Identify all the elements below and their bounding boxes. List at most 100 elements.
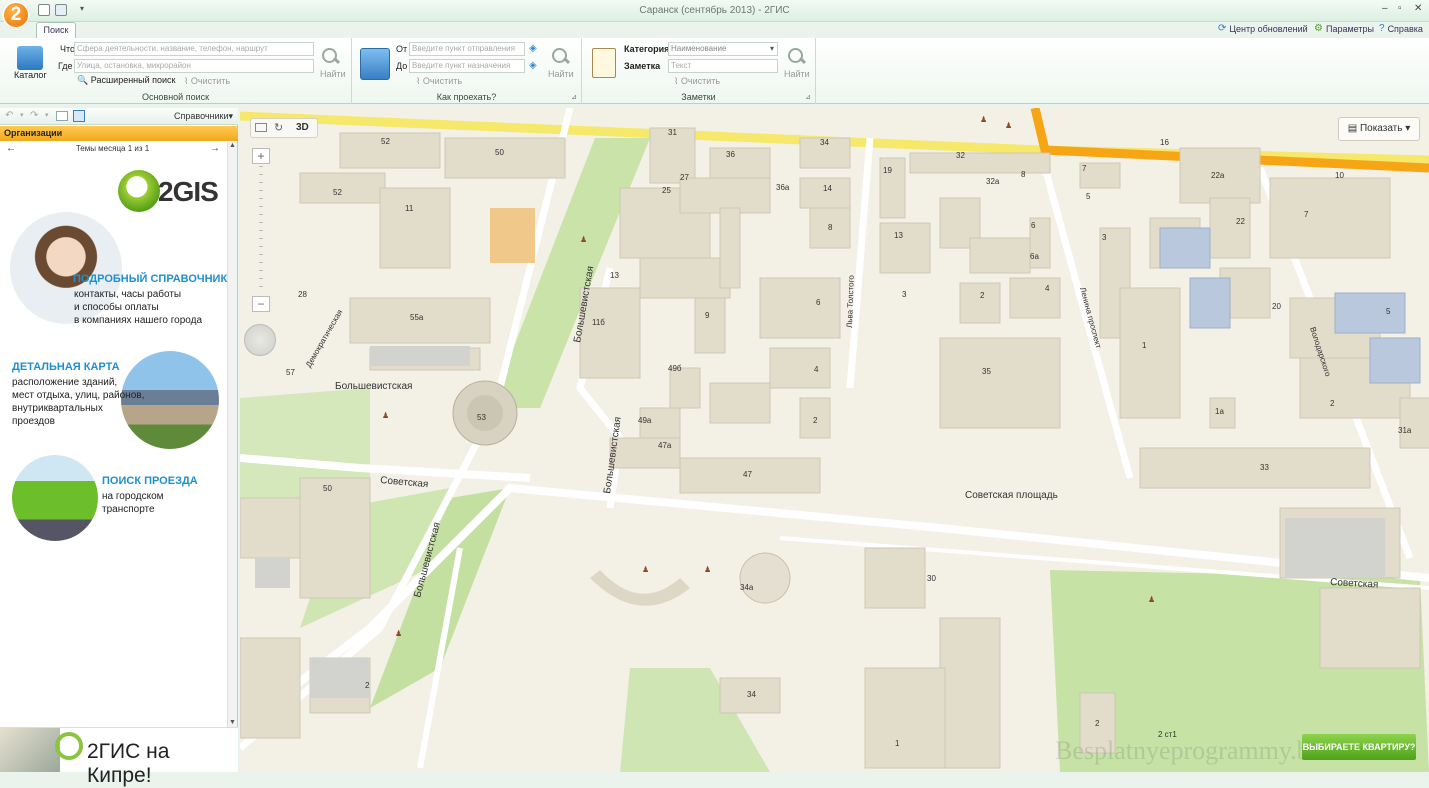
svg-text:♟: ♟: [1148, 595, 1155, 604]
svg-text:52: 52: [381, 137, 390, 146]
back-dropdown-icon[interactable]: ▾: [20, 111, 24, 119]
svg-text:31а: 31а: [1398, 426, 1412, 435]
compass-icon[interactable]: [244, 324, 276, 356]
zoom-control[interactable]: + −: [252, 148, 270, 316]
forward-dropdown-icon[interactable]: ▾: [45, 111, 49, 119]
minimize-button[interactable]: –: [1382, 3, 1388, 14]
svg-text:16: 16: [1160, 138, 1169, 147]
svg-text:6: 6: [816, 298, 821, 307]
square-label: Советская площадь: [965, 490, 1058, 501]
svg-text:47а: 47а: [658, 441, 672, 450]
where-input[interactable]: Улица, остановка, микрорайон: [74, 59, 314, 73]
notes-find-button[interactable]: Найти: [784, 69, 810, 79]
svg-text:6а: 6а: [1030, 252, 1039, 261]
svg-text:♟: ♟: [1005, 121, 1012, 130]
what-label: Что: [60, 44, 76, 54]
maximize-button[interactable]: ▫: [1398, 3, 1402, 14]
map-toolbar: ↻ 3D: [250, 118, 318, 138]
notes-clear-button[interactable]: ⌇ Очистить: [674, 76, 720, 87]
forward-icon[interactable]: ↷: [30, 110, 38, 121]
search-icon[interactable]: [320, 47, 340, 67]
from-pin-icon[interactable]: ◈: [529, 43, 537, 54]
svg-text:34а: 34а: [740, 583, 754, 592]
catalog-icon[interactable]: [17, 46, 43, 70]
3d-toggle-button[interactable]: 3D: [296, 122, 309, 133]
cyprus-banner[interactable]: 2ГИС на Кипре!: [0, 727, 238, 787]
route-clear-button[interactable]: ⌇ Очистить: [416, 76, 462, 87]
directories-dropdown[interactable]: Справочники▾: [174, 111, 233, 122]
note-label: Заметка: [624, 61, 661, 71]
svg-text:36а: 36а: [776, 183, 790, 192]
notes-icon[interactable]: [592, 48, 616, 78]
to-input[interactable]: Введите пункт назначения: [409, 59, 525, 73]
ruler-icon[interactable]: [255, 123, 267, 132]
route-search-icon[interactable]: [550, 47, 570, 67]
settings-link[interactable]: ⚙ Параметры: [1314, 23, 1374, 34]
svg-text:♟: ♟: [580, 235, 587, 244]
to-label: До: [396, 61, 408, 71]
svg-text:1а: 1а: [1215, 407, 1224, 416]
svg-text:5: 5: [1086, 192, 1091, 201]
svg-text:♟: ♟: [382, 411, 389, 420]
rotate-icon[interactable]: ↻: [274, 121, 283, 134]
main-clear-button[interactable]: ⌇ Очистить: [184, 76, 230, 87]
svg-text:31: 31: [668, 128, 677, 137]
layers-icon: ▤: [1347, 123, 1358, 134]
themes-counter: Темы месяца 1 из 1: [75, 144, 150, 153]
print-icon[interactable]: [56, 111, 68, 121]
category-select[interactable]: Наименование ▾: [668, 42, 778, 56]
cyprus-text: 2ГИС на Кипре!: [87, 740, 170, 787]
scroll-up-icon[interactable]: ▲: [228, 142, 237, 149]
promo-transport-title[interactable]: ПОИСК ПРОЕЗДА: [102, 475, 198, 487]
svg-text:49б: 49б: [668, 364, 682, 373]
route-find-button[interactable]: Найти: [548, 69, 574, 79]
zoom-in-button[interactable]: +: [252, 148, 270, 164]
svg-text:34: 34: [820, 138, 829, 147]
route-icon[interactable]: [360, 48, 390, 80]
svg-text:47: 47: [743, 470, 752, 479]
street-label: Советская: [380, 475, 429, 490]
apartment-ad-button[interactable]: ВЫБИРАЕТЕ КВАРТИРУ?: [1302, 734, 1416, 760]
expand-icon[interactable]: ⊿: [805, 93, 811, 101]
promo-transport-text: на городском транспорте: [102, 491, 164, 515]
notes-search-icon[interactable]: [786, 47, 806, 67]
advanced-search-button[interactable]: 🔍 Расширенный поиск: [77, 75, 175, 86]
scroll-down-icon[interactable]: ▼: [228, 719, 237, 726]
svg-text:13: 13: [610, 271, 619, 280]
zoom-out-button[interactable]: −: [252, 296, 270, 312]
group-label: Основной поиск: [141, 92, 210, 102]
svg-text:1: 1: [1142, 341, 1147, 350]
svg-text:11: 11: [405, 204, 414, 213]
catalog-button[interactable]: Каталог: [14, 70, 47, 80]
chevron-down-icon: ▾: [769, 44, 774, 53]
list-icon[interactable]: [73, 110, 85, 122]
organizations-header[interactable]: Организации: [0, 126, 238, 141]
svg-text:19: 19: [883, 166, 892, 175]
svg-text:36: 36: [726, 150, 735, 159]
tab-search[interactable]: Поиск: [36, 22, 76, 38]
to-pin-icon[interactable]: ◈: [529, 60, 537, 71]
next-theme-arrow-icon[interactable]: →: [210, 143, 220, 154]
svg-text:♟: ♟: [980, 115, 987, 124]
zoom-slider[interactable]: [259, 166, 263, 294]
promo-directory-title[interactable]: ПОДРОБНЫЙ СПРАВОЧНИК: [73, 273, 227, 285]
svg-text:7: 7: [1304, 210, 1309, 219]
svg-text:55а: 55а: [410, 313, 424, 322]
svg-text:3: 3: [902, 290, 907, 299]
back-icon[interactable]: ↶: [5, 110, 13, 121]
map-canvas[interactable]: Большевистская Большевистская Большевист…: [240, 108, 1429, 772]
help-icon: ?: [1379, 23, 1385, 34]
promo-map-title[interactable]: ДЕТАЛЬНАЯ КАРТА: [12, 361, 120, 373]
left-scrollbar[interactable]: ▲ ▼: [227, 142, 237, 728]
close-button[interactable]: ✕: [1414, 3, 1422, 14]
help-link[interactable]: ? Справка: [1379, 23, 1423, 34]
from-input[interactable]: Введите пункт отправления: [409, 42, 525, 56]
street-road: [846, 137, 874, 389]
expand-icon[interactable]: ⊿: [571, 93, 577, 101]
show-layers-button[interactable]: ▤ Показать ▾: [1338, 117, 1420, 141]
note-input[interactable]: Текст: [668, 59, 778, 73]
update-center-link[interactable]: ⟳ Центр обновлений: [1218, 23, 1308, 34]
find-button[interactable]: Найти: [320, 69, 346, 79]
what-input[interactable]: Сфера деятельности, название, телефон, н…: [74, 42, 314, 56]
svg-text:8: 8: [1021, 170, 1026, 179]
